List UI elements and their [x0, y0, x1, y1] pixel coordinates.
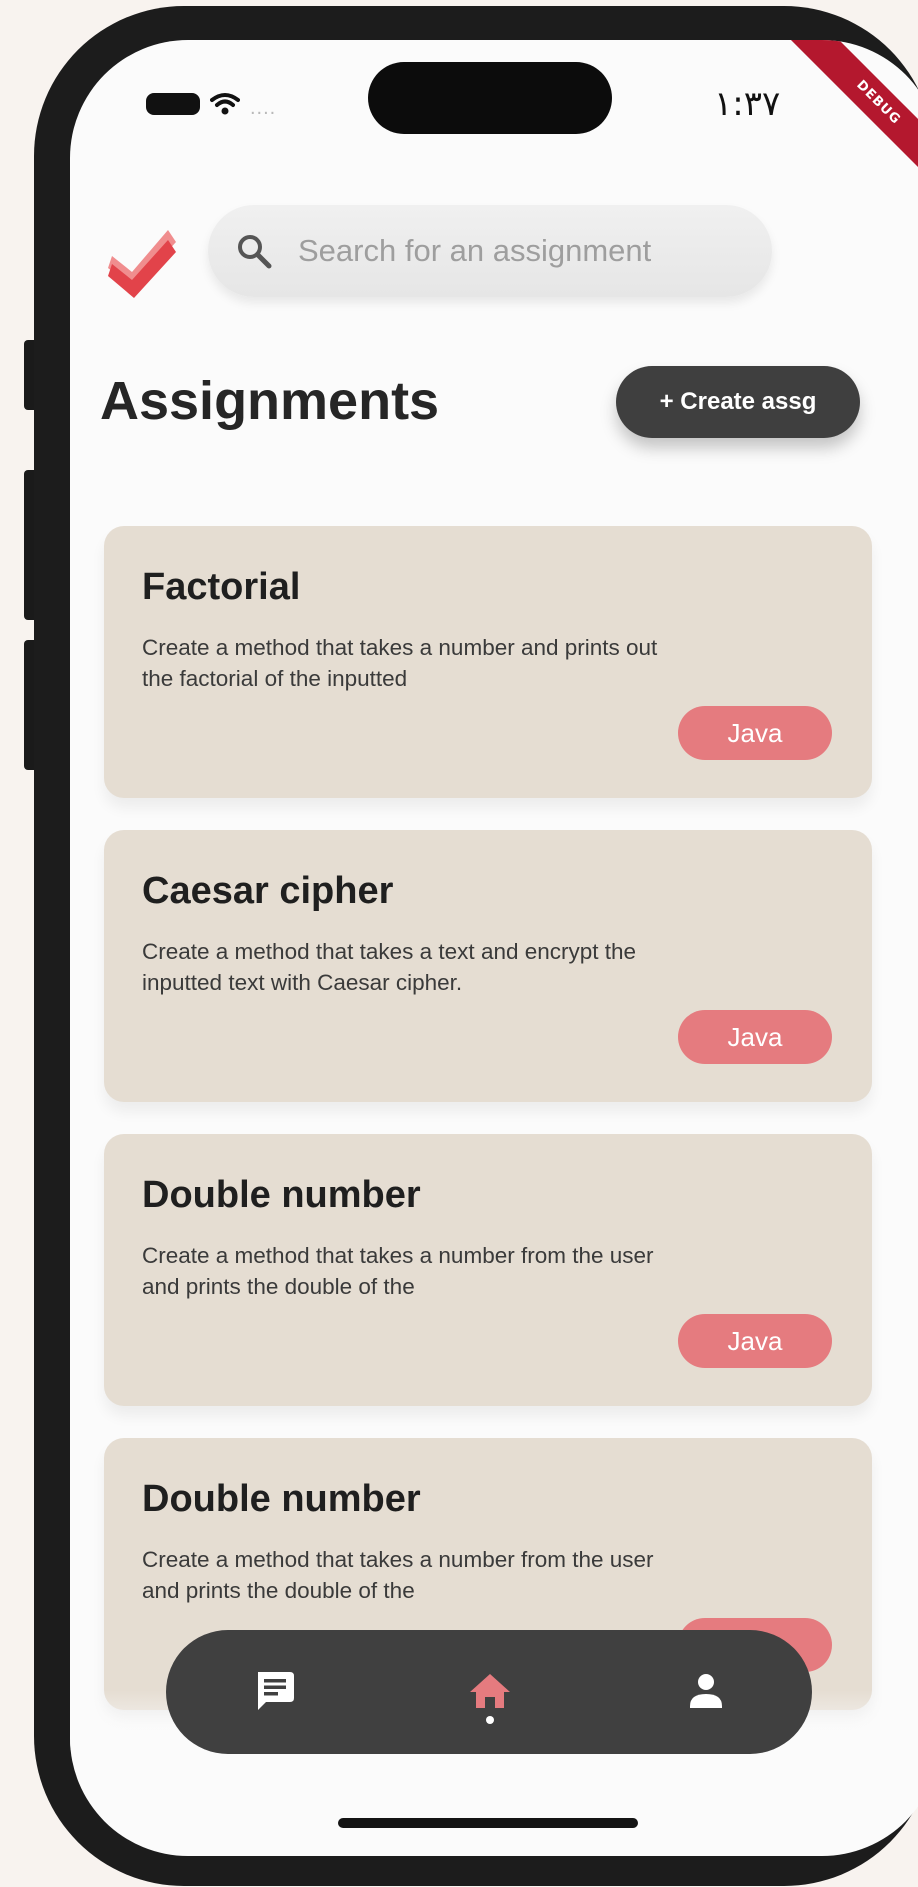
assignment-list: Factorial Create a method that takes a n… — [104, 526, 872, 1742]
assignment-card[interactable]: Caesar cipher Create a method that takes… — [104, 830, 872, 1102]
wifi-icon — [210, 93, 240, 115]
assignment-title: Double number — [142, 1174, 421, 1216]
page-title: Assignments — [100, 371, 440, 431]
assignment-description: Create a method that takes a number from… — [142, 1547, 654, 1603]
assignment-title: Double number — [142, 1478, 421, 1520]
active-indicator-dot — [486, 1716, 494, 1724]
language-tag[interactable]: Java — [678, 706, 832, 760]
create-assignment-button[interactable]: + Create assg — [616, 366, 860, 438]
checkmark-logo-icon — [108, 230, 176, 298]
assignment-card[interactable]: Factorial Create a method that takes a n… — [104, 526, 872, 798]
assignment-description: Create a method that takes a number from… — [142, 1243, 654, 1299]
assignment-card[interactable]: Double number Create a method that takes… — [104, 1134, 872, 1406]
chat-icon — [258, 1672, 294, 1710]
app-screen: .... ١:٣٧ DEBUG Assignments + Create ass… — [70, 40, 918, 1856]
person-icon — [690, 1674, 722, 1708]
nav-profile-button[interactable] — [676, 1664, 736, 1720]
nav-chat-button[interactable] — [244, 1664, 304, 1720]
search-bar[interactable] — [208, 205, 772, 297]
language-tag[interactable]: Java — [678, 1314, 832, 1368]
nav-home-button[interactable] — [460, 1664, 520, 1724]
search-icon — [238, 235, 272, 269]
dynamic-island — [368, 62, 612, 134]
search-input[interactable] — [296, 232, 740, 270]
battery-icon — [146, 93, 200, 115]
home-indicator — [338, 1818, 638, 1828]
assignment-title: Factorial — [142, 566, 301, 608]
status-bar-left: .... — [146, 84, 276, 124]
assignment-title: Caesar cipher — [142, 870, 394, 912]
bottom-navigation-bar — [166, 1630, 812, 1754]
assignment-description: Create a method that takes a number and … — [142, 635, 658, 691]
home-icon — [470, 1674, 510, 1708]
language-tag[interactable]: Java — [678, 1010, 832, 1064]
signal-dots: .... — [250, 96, 277, 119]
assignment-description: Create a method that takes a text and en… — [142, 939, 637, 995]
status-time: ١:٣٧ — [714, 84, 781, 124]
